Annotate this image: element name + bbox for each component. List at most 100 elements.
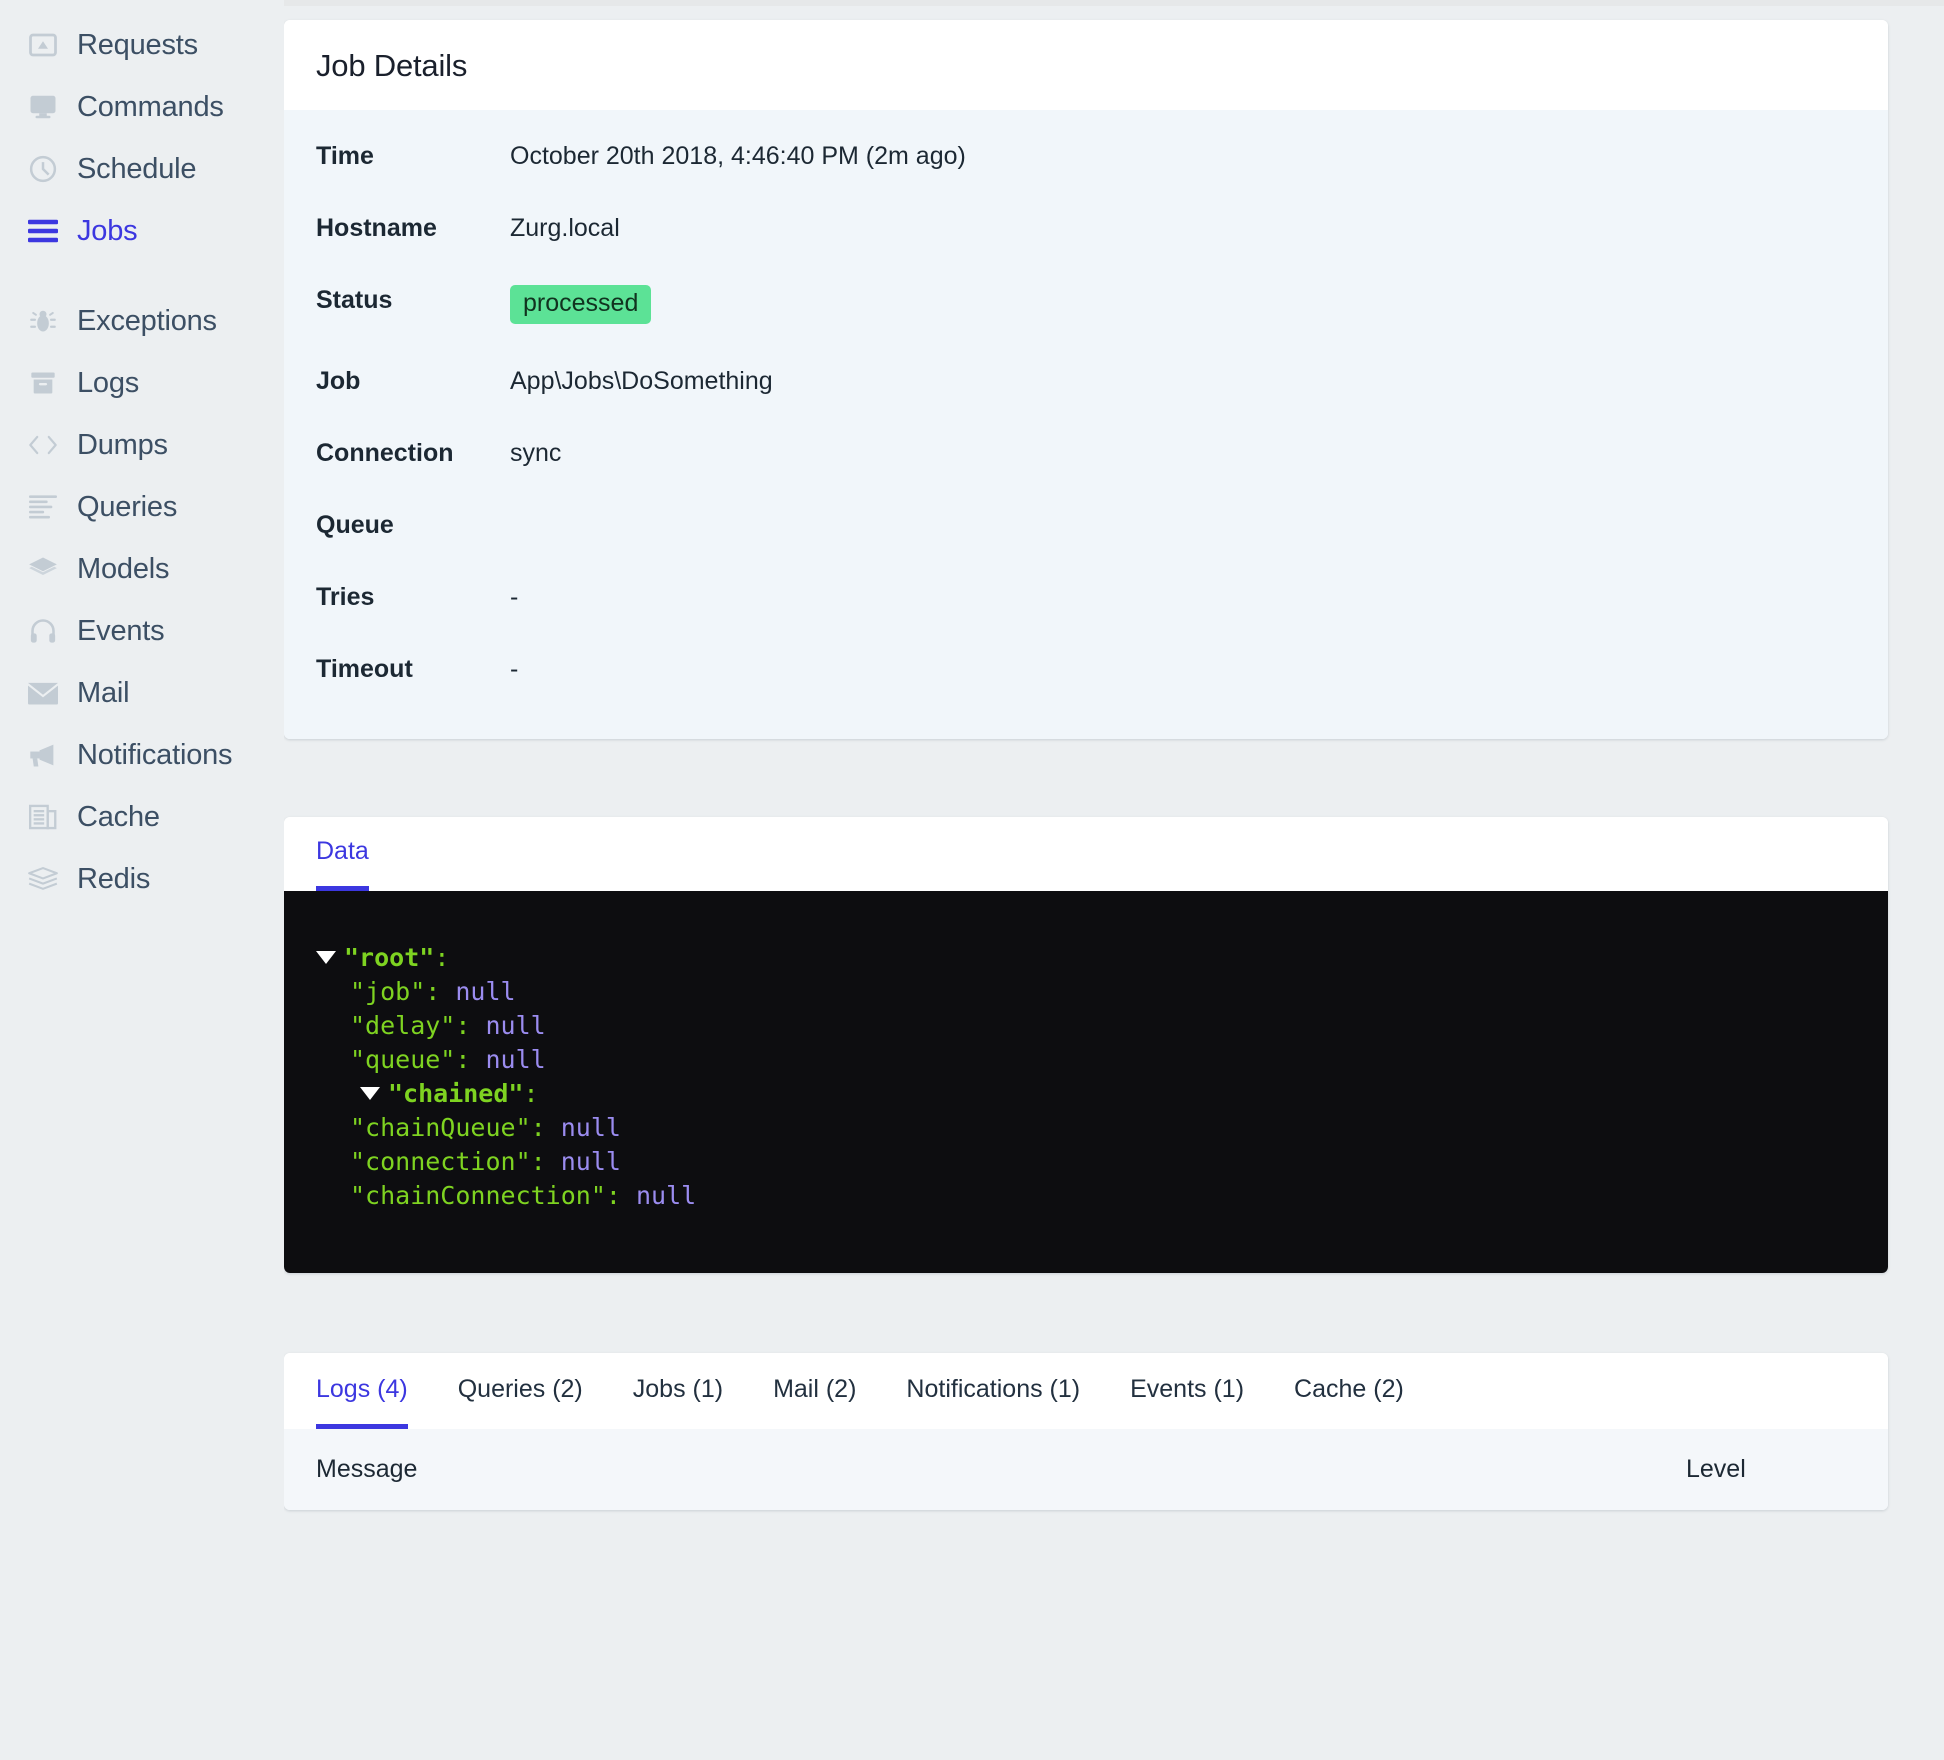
entries-table-header: Message Level [284, 1429, 1888, 1510]
tab-data[interactable]: Data [316, 837, 369, 891]
detail-value-status: processed [510, 285, 652, 324]
bug-icon [25, 303, 61, 339]
detail-label: Status [316, 286, 393, 314]
detail-label: Hostname [316, 214, 437, 242]
sidebar-item-label: Redis [77, 862, 151, 895]
data-tabbar: Data [284, 817, 1888, 891]
sidebar-item-label: Logs [77, 366, 140, 399]
detail-value-connection: sync [510, 439, 562, 467]
json-key: "root" [344, 943, 435, 972]
json-line-queue: "queue": null [316, 1043, 1888, 1077]
sidebar-item-label: Cache [77, 800, 160, 833]
detail-row-tries: Tries - [284, 561, 1888, 633]
json-line-chainconnection: "chainConnection": null [316, 1179, 1888, 1213]
sidebar-item-dumps[interactable]: Dumps [0, 414, 284, 476]
tab-events[interactable]: Events (1) [1130, 1375, 1244, 1429]
detail-label: Job [316, 367, 361, 395]
job-details-card: Job Details Time October 20th 2018, 4:46… [284, 20, 1888, 739]
detail-label: Time [316, 142, 374, 170]
sidebar-item-jobs[interactable]: Jobs [0, 200, 284, 262]
json-key: "chainConnection" [350, 1181, 606, 1210]
megaphone-icon [25, 737, 61, 773]
sidebar-item-mail[interactable]: Mail [0, 662, 284, 724]
sidebar-item-commands[interactable]: Commands [0, 76, 284, 138]
detail-label: Queue [316, 511, 394, 539]
sidebar-item-redis[interactable]: Redis [0, 848, 284, 910]
sidebar-item-label: Mail [77, 676, 130, 709]
json-colon: : [434, 943, 450, 972]
requests-icon [25, 27, 61, 63]
code-brackets-icon [25, 427, 61, 463]
sidebar-item-logs[interactable]: Logs [0, 352, 284, 414]
json-key: "chainQueue" [350, 1113, 531, 1142]
detail-value-hostname: Zurg.local [510, 214, 620, 242]
headphones-icon [25, 613, 61, 649]
detail-row-status: Status processed [284, 264, 1888, 345]
telescope-app: Requests Commands Schedule Jobs Exceptio… [0, 0, 1944, 1760]
json-colon: : [455, 1045, 486, 1074]
chevron-down-icon[interactable] [316, 950, 336, 964]
detail-label: Tries [316, 583, 375, 611]
json-key: "connection" [350, 1147, 531, 1176]
jobs-lines-icon [25, 213, 61, 249]
detail-row-job: Job App\Jobs\DoSomething [284, 345, 1888, 417]
tab-queries[interactable]: Queries (2) [458, 1375, 583, 1429]
sidebar-item-label: Queries [77, 490, 178, 523]
json-line-chained[interactable]: "chained": [316, 1077, 1888, 1111]
sidebar-item-notifications[interactable]: Notifications [0, 724, 284, 786]
json-viewer: "root": "job": null "delay": null "queue… [284, 891, 1888, 1273]
json-value: null [485, 1011, 546, 1040]
archive-icon [25, 365, 61, 401]
commands-icon [25, 89, 61, 125]
json-key: "queue" [350, 1045, 456, 1074]
data-card: Data "root": "job": null "delay": null "… [284, 817, 1888, 1273]
detail-row-time: Time October 20th 2018, 4:46:40 PM (2m a… [284, 120, 1888, 192]
detail-row-connection: Connection sync [284, 417, 1888, 489]
sidebar-item-label: Commands [77, 90, 224, 123]
chevron-down-icon[interactable] [360, 1086, 380, 1100]
sidebar-item-queries[interactable]: Queries [0, 476, 284, 538]
column-header-message: Message [316, 1455, 418, 1483]
sidebar-item-events[interactable]: Events [0, 600, 284, 662]
tab-logs[interactable]: Logs (4) [316, 1375, 408, 1429]
sidebar-item-cache[interactable]: Cache [0, 786, 284, 848]
sidebar-item-exceptions[interactable]: Exceptions [0, 290, 284, 352]
sidebar-item-models[interactable]: Models [0, 538, 284, 600]
related-entries-card: Logs (4) Queries (2) Jobs (1) Mail (2) N… [284, 1353, 1888, 1510]
json-value: null [635, 1181, 697, 1210]
json-line-connection: "connection": null [316, 1145, 1888, 1179]
job-details-header: Job Details [284, 20, 1888, 110]
tab-notifications[interactable]: Notifications (1) [906, 1375, 1080, 1429]
json-key: "chained" [388, 1079, 524, 1108]
json-colon: : [523, 1079, 539, 1108]
sidebar-item-schedule[interactable]: Schedule [0, 138, 284, 200]
json-key: "job" [350, 977, 426, 1006]
json-line-root[interactable]: "root": [316, 941, 1888, 975]
detail-label: Timeout [316, 655, 413, 683]
tab-cache[interactable]: Cache (2) [1294, 1375, 1404, 1429]
detail-label: Connection [316, 439, 454, 467]
tab-mail[interactable]: Mail (2) [773, 1375, 856, 1429]
sidebar-item-requests[interactable]: Requests [0, 14, 284, 76]
json-key: "delay" [350, 1011, 456, 1040]
detail-row-queue: Queue [284, 489, 1888, 561]
detail-row-timeout: Timeout - [284, 633, 1888, 705]
sidebar-item-label: Models [77, 552, 170, 585]
sidebar-divider [0, 262, 284, 290]
detail-row-hostname: Hostname Zurg.local [284, 192, 1888, 264]
detail-value-time: October 20th 2018, 4:46:40 PM (2m ago) [510, 142, 966, 170]
related-entries-tabbar: Logs (4) Queries (2) Jobs (1) Mail (2) N… [284, 1353, 1888, 1429]
newspaper-icon [25, 799, 61, 835]
tab-jobs[interactable]: Jobs (1) [633, 1375, 723, 1429]
json-value: null [455, 977, 516, 1006]
json-value: null [485, 1045, 546, 1074]
json-value: null [560, 1147, 621, 1176]
column-header-level: Level [1686, 1455, 1746, 1483]
status-badge: processed [510, 285, 652, 324]
json-colon: : [425, 977, 456, 1006]
page-title: Job Details [316, 48, 468, 83]
detail-value-timeout: - [510, 655, 519, 683]
json-colon: : [455, 1011, 486, 1040]
detail-value-tries: - [510, 583, 519, 611]
sidebar-item-label: Schedule [77, 152, 197, 185]
